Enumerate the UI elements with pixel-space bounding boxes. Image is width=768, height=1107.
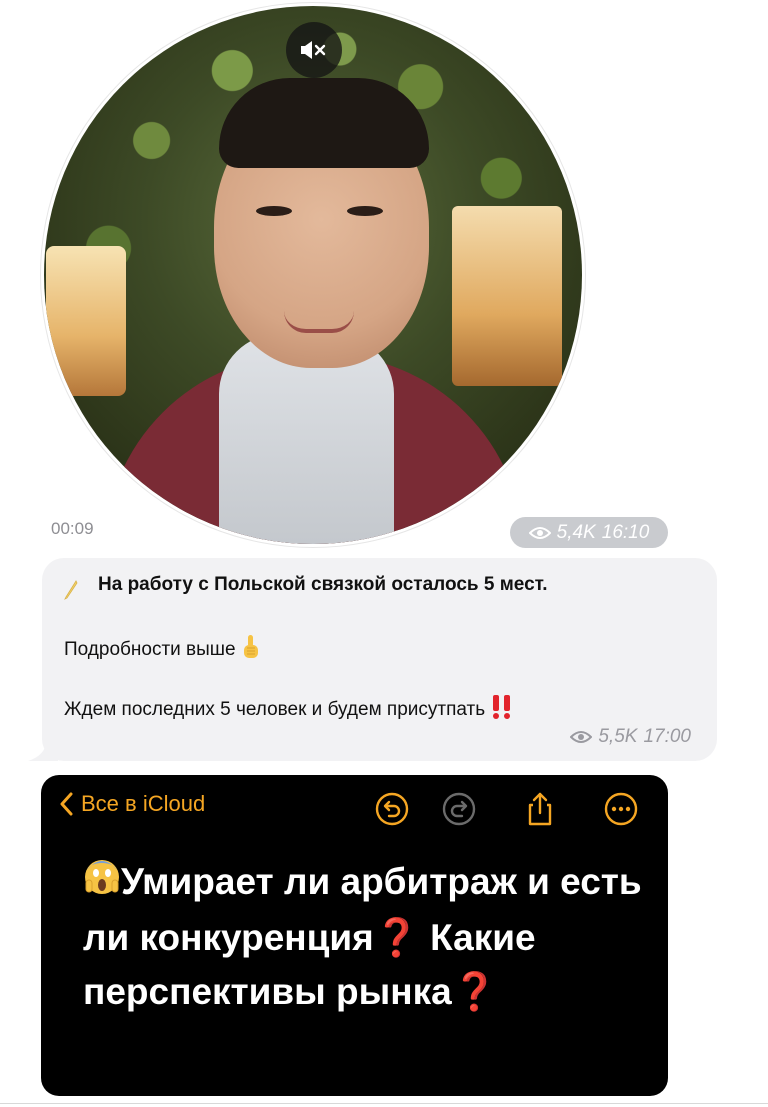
message-meta: 5,5K 17:00 xyxy=(570,726,691,748)
video-person-eye xyxy=(256,206,292,216)
eye-icon xyxy=(570,731,593,743)
notes-title-question-1: Умирает ли арбитраж и есть ли конкуренци… xyxy=(83,861,642,959)
notes-screenshot-image[interactable]: Все в iCloud Умирает ли арбитраж и есть … xyxy=(41,775,668,1096)
pointing-up-icon xyxy=(241,634,261,666)
divider xyxy=(0,1103,768,1104)
video-person-eye xyxy=(347,206,383,216)
message-timestamp: 17:00 xyxy=(643,726,691,747)
video-views-badge: 5,4K 16:10 xyxy=(510,517,668,548)
more-icon xyxy=(604,792,638,826)
round-video-message[interactable] xyxy=(44,6,582,544)
message-line-details: Подробности выше xyxy=(64,634,261,666)
double-exclamation-icon xyxy=(490,694,514,726)
back-to-icloud-button: Все в iCloud xyxy=(59,791,205,817)
message-waiting-text: Ждем последних 5 человек и будем присутп… xyxy=(64,699,486,721)
message-view-count: 5,5K xyxy=(598,726,638,747)
video-duration: 00:09 xyxy=(51,519,94,538)
red-question-mark-icon: ❓ xyxy=(451,971,498,1013)
video-view-count: 5,4K xyxy=(556,521,596,543)
speaker-muted-icon[interactable] xyxy=(286,22,342,78)
back-label: Все в iCloud xyxy=(81,791,206,816)
eye-icon xyxy=(528,526,551,539)
redo-icon xyxy=(442,792,476,826)
chevron-left-icon xyxy=(60,792,73,816)
notes-title: Умирает ли арбитраж и есть ли конкуренци… xyxy=(83,855,643,1019)
message-line-headline: На работу с Польской связкой осталось 5 … xyxy=(98,574,548,595)
message-details-text: Подробности выше xyxy=(64,639,236,661)
undo-icon xyxy=(375,792,409,826)
screaming-face-icon xyxy=(83,857,121,911)
pencil-icon xyxy=(64,580,78,600)
video-timestamp: 16:10 xyxy=(601,521,650,543)
share-icon xyxy=(528,792,552,826)
red-question-mark-icon: ❓ xyxy=(373,917,420,959)
video-background-wall xyxy=(452,206,562,386)
notes-toolbar: Все в iCloud xyxy=(41,775,668,845)
message-line-waiting: Ждем последних 5 человек и будем присутп… xyxy=(64,694,514,726)
chat-page: 00:09 5,4K 16:10 На работу с Польской св… xyxy=(0,0,768,1107)
video-person-smile xyxy=(284,311,354,333)
video-background-lamp xyxy=(46,246,126,396)
text-message-bubble[interactable]: На работу с Польской связкой осталось 5 … xyxy=(42,558,717,761)
video-person-hair xyxy=(219,78,429,168)
